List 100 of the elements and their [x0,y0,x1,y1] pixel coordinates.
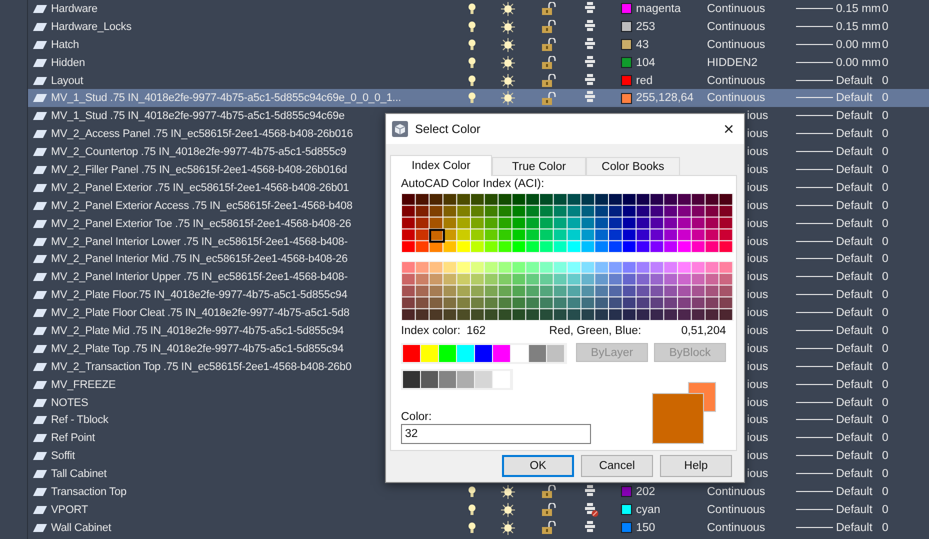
linetype-text: ious [747,164,768,176]
layer-row[interactable]: Hatch 43 Continuous 0.00 mm 0 [28,36,929,54]
transparency-text: 0 [882,468,890,480]
layer-name[interactable]: VPORT [51,504,455,516]
layer-name[interactable]: Hatch [51,38,455,51]
linetype-text[interactable]: Continuous [707,504,790,516]
layer-row[interactable]: Hidden 104 HIDDEN2 0.00 mm 0 [28,54,929,72]
linetype-text: ious [747,450,768,462]
transparency-text[interactable]: 0 [882,92,929,104]
lineweight-text[interactable]: Default [836,92,882,104]
layer-name[interactable]: Layout [51,74,455,86]
transparency-text: 0 [882,432,890,444]
layer-name[interactable]: Wall Cabinet [51,522,455,534]
linetype-text: ious [747,396,768,409]
lineweight-text[interactable]: Default [836,74,882,86]
transparency-text[interactable]: 0 [882,2,929,15]
transparency-text: 0 [882,146,890,158]
dialog-button[interactable]: Cancel [581,455,653,477]
transparency-text: 0 [882,378,890,391]
lineweight-text[interactable]: Default [836,522,882,534]
lineweight-text: Default [836,128,874,140]
close-button[interactable]: × [719,118,738,140]
lineweight-text: Default [836,200,874,212]
lineweight-text: Default [836,468,874,480]
dialog-tab[interactable]: Index Color [390,155,492,176]
lineweight-text[interactable]: 0.15 mm [836,20,882,33]
linetype-text: ious [747,128,768,140]
dialog-tab[interactable]: Color Books [586,157,680,175]
color-text[interactable]: red [636,74,653,86]
transparency-text: 0 [882,253,890,266]
lineweight-text: Default [836,450,874,462]
linetype-text[interactable]: Continuous [707,38,790,51]
lineweight-text: Default [836,110,874,122]
lineweight-text[interactable]: Default [836,504,882,516]
layer-row[interactable]: Layout red Continuous Default 0 [28,72,929,90]
linetype-text[interactable]: Continuous [707,74,790,86]
transparency-text: 0 [882,110,890,122]
color-text[interactable]: magenta [636,2,681,15]
lineweight-text: Default [836,378,874,391]
transparency-text: 0 [882,182,890,194]
color-input-field[interactable]: 32 [401,424,591,444]
transparency-text[interactable]: 0 [882,20,929,33]
transparency-text: 0 [882,342,890,355]
transparency-text: 0 [882,360,890,373]
color-text[interactable]: 150 [636,522,656,534]
color-text[interactable]: 255,128,64 [636,92,694,104]
color-text[interactable]: 253 [636,20,656,33]
lineweight-text[interactable]: Default [836,486,882,498]
layer-row[interactable]: Hardware magenta Continuous 0.15 mm 0 [28,0,929,18]
transparency-text[interactable]: 0 [882,56,929,69]
linetype-text: ious [747,324,768,337]
lineweight-text: Default [836,342,874,355]
lineweight-text: Default [836,182,874,194]
transparency-text[interactable]: 0 [882,38,929,51]
linetype-text[interactable]: HIDDEN2 [707,56,790,69]
dialog-tab[interactable]: True Color [492,157,586,175]
transparency-text: 0 [882,164,890,176]
layer-row[interactable]: Hardware_Locks 253 Continuous 0.15 mm 0 [28,18,929,36]
dialog-button[interactable]: OK [502,455,574,477]
layer-name[interactable]: Transaction Top [51,486,455,498]
linetype-text: ious [747,360,768,373]
lineweight-text: Default [836,414,874,426]
layer-row[interactable]: Transaction Top 202 Continuous Default 0 [28,483,929,501]
rgb-value: 0,51,204 [681,325,726,337]
linetype-text: ious [747,110,768,122]
linetype-text: ious [747,200,768,212]
color-text[interactable]: 202 [636,486,656,498]
transparency-text: 0 [882,218,890,230]
lineweight-text[interactable]: 0.00 mm [836,38,882,51]
transparency-text[interactable]: 0 [882,486,929,498]
transparency-text[interactable]: 0 [882,74,929,86]
layer-row[interactable]: Wall Cabinet 150 Continuous Default 0 [28,518,929,537]
linetype-text[interactable]: Continuous [707,486,790,498]
linetype-text: ious [747,378,768,391]
lineweight-text: Default [836,236,874,248]
layer-name[interactable]: MV_1_Stud .75 IN_4018e2fe-9977-4b75-a5c1-5d855c94c69e_0_0_0_1... [51,92,455,104]
linetype-text: ious [747,414,768,426]
linetype-text: ious [747,253,768,266]
layer-row[interactable]: VPORT cyan Continuous Default 0 [28,500,929,519]
layer-name[interactable]: Hidden [51,56,455,69]
color-text[interactable]: 43 [636,38,649,51]
color-text[interactable]: 104 [636,56,656,69]
transparency-text: 0 [882,200,890,212]
lineweight-text: Default [836,289,874,302]
lineweight-text[interactable]: 0.15 mm [836,2,882,15]
lineweight-text: Default [836,396,874,409]
transparency-text[interactable]: 0 [882,504,929,516]
lineweight-text: Default [836,360,874,373]
linetype-text[interactable]: Continuous [707,20,790,33]
index-color-label: Index color: [401,325,460,337]
lineweight-text[interactable]: 0.00 mm [836,56,882,69]
linetype-text[interactable]: Continuous [707,522,790,534]
color-text[interactable]: cyan [636,504,660,516]
layer-name[interactable]: Hardware [51,2,455,15]
dialog-button[interactable]: Help [660,455,732,477]
linetype-text[interactable]: Continuous [707,2,790,15]
layer-row[interactable]: MV_1_Stud .75 IN_4018e2fe-9977-4b75-a5c1-5d855c94c69e_0_0_0_1... 255,128,64 Continuous Default 0 [28,89,929,108]
linetype-text[interactable]: Continuous [707,92,790,104]
layer-name[interactable]: Hardware_Locks [51,20,455,33]
transparency-text[interactable]: 0 [882,522,929,534]
